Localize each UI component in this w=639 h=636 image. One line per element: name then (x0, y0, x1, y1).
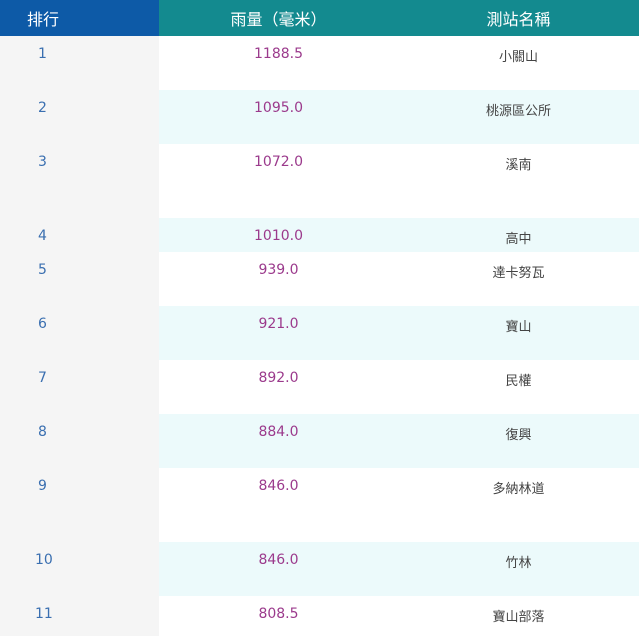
rank-cell: 2 (0, 90, 159, 144)
station-cell: 達卡努瓦 (492, 266, 545, 281)
rainfall-cell: 892.0 (258, 370, 299, 386)
rainfall-cell: 846.0 (258, 478, 299, 494)
rainfall-cell: 808.5 (258, 606, 299, 622)
rainfall-cell: 1072.0 (254, 154, 303, 170)
table-row: 5 939.0 達卡努瓦 (0, 252, 639, 306)
table-row: 4 1010.0 高中 (0, 218, 639, 252)
rank-cell: 11 (0, 596, 159, 636)
station-cell: 竹林 (398, 542, 639, 596)
rank-cell: 9 (0, 468, 159, 542)
station-cell: 復興 (398, 414, 639, 468)
table-row: 10 846.0 竹林 (0, 542, 639, 596)
rainfall-cell: 884.0 (159, 414, 398, 468)
rainfall-cell: 921.0 (159, 306, 398, 360)
table-row: 2 1095.0 桃源區公所 (0, 90, 639, 144)
station-cell: 民權 (505, 374, 532, 389)
station-cell: 高中 (398, 218, 639, 252)
table-header: 排行 雨量（毫米） 測站名稱 (0, 0, 639, 36)
table-row: 7 892.0 民權 (0, 360, 639, 414)
rank-cell: 6 (0, 306, 159, 360)
table-row: 3 1072.0 溪南 (0, 144, 639, 218)
station-cell: 寶山 (398, 306, 639, 360)
station-cell: 多納林道 (492, 482, 545, 497)
rank-cell: 3 (0, 144, 159, 218)
table-row: 1 1188.5 小關山 (0, 36, 639, 90)
rank-cell: 10 (0, 542, 159, 596)
rainfall-cell: 1095.0 (159, 90, 398, 144)
header-rank[interactable]: 排行 (0, 0, 159, 36)
header-rainfall[interactable]: 雨量（毫米） (159, 0, 398, 36)
header-station[interactable]: 測站名稱 (398, 0, 639, 36)
station-cell: 寶山部落 (492, 610, 545, 625)
table-row: 6 921.0 寶山 (0, 306, 639, 360)
rank-cell: 1 (0, 36, 159, 90)
rainfall-cell: 1010.0 (159, 218, 398, 252)
table-row: 11 808.5 寶山部落 (0, 596, 639, 636)
rank-cell: 7 (0, 360, 159, 414)
rainfall-cell: 846.0 (159, 542, 398, 596)
rainfall-cell: 939.0 (258, 262, 299, 278)
table-row: 8 884.0 復興 (0, 414, 639, 468)
rainfall-ranking-table: 排行 雨量（毫米） 測站名稱 1 1188.5 小關山 2 1095.0 桃源區… (0, 0, 639, 636)
rainfall-cell: 1188.5 (254, 46, 303, 62)
rank-cell: 8 (0, 414, 159, 468)
rank-cell: 4 (0, 218, 159, 252)
station-cell: 小關山 (498, 50, 538, 65)
table-row: 9 846.0 多納林道 (0, 468, 639, 542)
station-cell: 桃源區公所 (398, 90, 639, 144)
station-cell: 溪南 (505, 158, 532, 173)
rank-cell: 5 (0, 252, 159, 306)
